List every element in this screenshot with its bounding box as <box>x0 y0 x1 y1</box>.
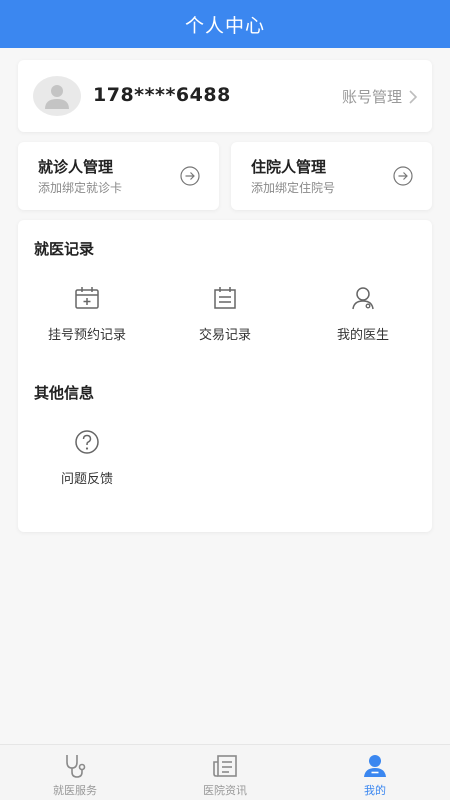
user-icon <box>364 755 386 777</box>
patient-management-title: 就诊人管理 <box>38 158 114 176</box>
tab-hospital-news[interactable]: 医院资讯 <box>150 745 300 800</box>
tab-hospital-news-label: 医院资讯 <box>203 784 247 797</box>
transaction-records-label: 交易记录 <box>198 328 251 343</box>
appointment-records-label: 挂号预约记录 <box>47 328 126 343</box>
doctor-icon <box>352 287 374 310</box>
account-management-label: 账号管理 <box>341 88 402 106</box>
chevron-right-icon <box>409 89 418 104</box>
tab-mine-label: 我的 <box>364 784 386 797</box>
question-icon <box>75 430 99 454</box>
appointment-records-item[interactable]: 挂号预约记录 <box>18 284 156 343</box>
avatar[interactable] <box>33 76 81 116</box>
medical-records-title: 就医记录 <box>34 240 95 258</box>
account-management-link[interactable]: 账号管理 <box>342 86 418 107</box>
arrow-right-circle-icon <box>393 166 413 186</box>
profile-card: 178****6488 账号管理 <box>18 60 432 132</box>
inpatient-management-card[interactable]: 住院人管理 添加绑定住院号 <box>231 142 432 210</box>
my-doctor-item[interactable]: 我的医生 <box>294 284 432 343</box>
transaction-records-item[interactable]: 交易记录 <box>156 284 294 343</box>
stethoscope-icon <box>66 755 86 778</box>
calendar-plus-icon <box>75 287 99 309</box>
inpatient-management-title: 住院人管理 <box>251 158 327 176</box>
bottom-tab-bar: 就医服务 医院资讯 我的 <box>0 744 450 800</box>
page-title: 个人中心 <box>184 14 265 37</box>
user-phone: 178****6488 <box>93 84 231 106</box>
news-icon <box>213 755 237 777</box>
tab-mine[interactable]: 我的 <box>300 745 450 800</box>
tab-medical-service-label: 就医服务 <box>53 784 97 797</box>
arrow-right-circle-icon <box>180 166 200 186</box>
records-card: 就医记录 挂号预约记录 交易记录 我的医生 其他信息 问题反馈 <box>18 220 432 532</box>
patient-management-subtitle: 添加绑定就诊卡 <box>38 181 123 195</box>
my-doctor-label: 我的医生 <box>336 328 389 343</box>
tab-medical-service[interactable]: 就医服务 <box>0 745 150 800</box>
inpatient-management-subtitle: 添加绑定住院号 <box>251 181 336 195</box>
receipt-icon <box>214 287 236 309</box>
patient-management-card[interactable]: 就诊人管理 添加绑定就诊卡 <box>18 142 219 210</box>
feedback-label: 问题反馈 <box>60 472 113 487</box>
feedback-item[interactable]: 问题反馈 <box>18 428 156 487</box>
other-info-title: 其他信息 <box>34 384 95 402</box>
top-header: 个人中心 <box>0 0 450 48</box>
avatar-icon <box>45 85 69 109</box>
